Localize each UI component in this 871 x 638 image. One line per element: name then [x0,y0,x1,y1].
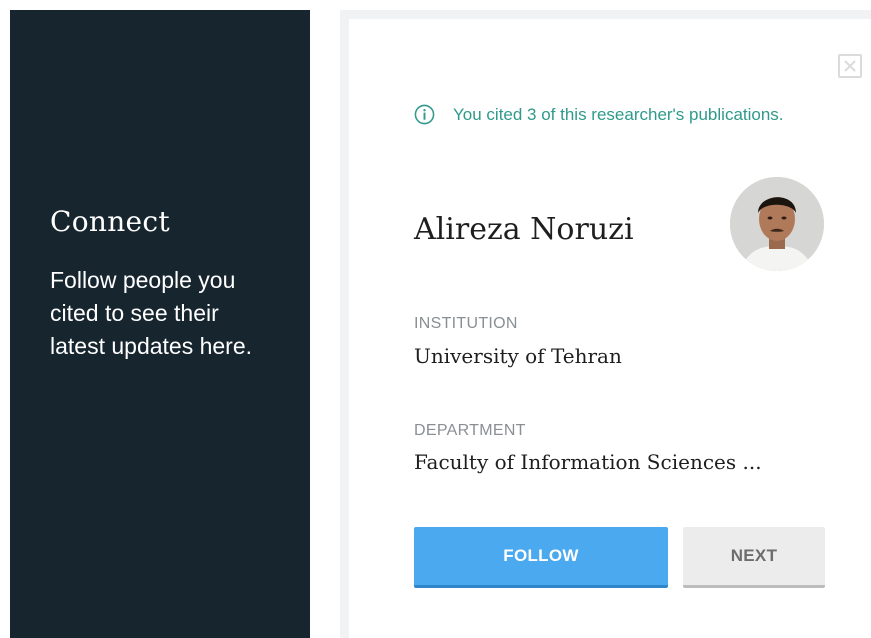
department-label: DEPARTMENT [414,422,526,439]
citation-notice-text: You cited 3 of this researcher's publica… [453,105,784,124]
connect-panel: Connect Follow people you cited to see t… [10,10,310,638]
connect-widget: Connect Follow people you cited to see t… [0,0,871,638]
info-icon [414,104,435,125]
institution-value: University of Tehran [414,344,622,368]
citation-notice: You cited 3 of this researcher's publica… [414,101,794,128]
connect-title: Connect [50,205,170,238]
connect-description: Follow people you cited to see their lat… [50,267,253,359]
institution-label: INSTITUTION [414,315,518,332]
follow-button[interactable]: FOLLOW [414,527,668,588]
researcher-photo [730,177,824,271]
department-value: Faculty of Information Sciences ... [414,450,762,474]
next-button[interactable]: NEXT [683,527,825,588]
researcher-card: You cited 3 of this researcher's publica… [340,10,871,638]
close-icon [844,60,856,72]
researcher-name[interactable]: Alireza Noruzi [414,212,634,247]
close-button[interactable] [838,54,862,78]
avatar[interactable] [730,177,824,271]
